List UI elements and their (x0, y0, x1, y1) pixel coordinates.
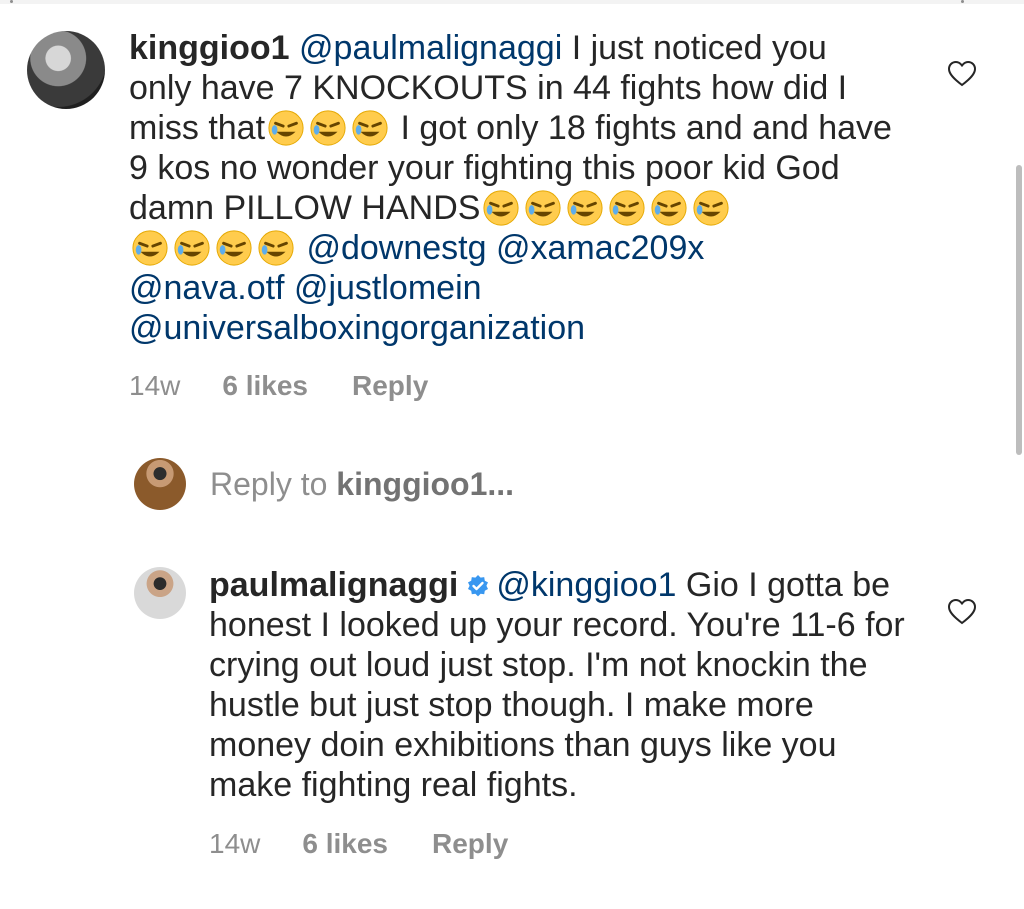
comment-time: 14w (209, 828, 261, 859)
heart-icon[interactable] (947, 60, 977, 88)
comment-username[interactable]: paulmalignaggi (209, 566, 458, 604)
rofl-emoji-icon (525, 190, 562, 226)
mention-link[interactable]: @universalboxingorganization (129, 309, 585, 347)
rofl-emoji-icon (174, 230, 210, 266)
comment-meta: 14w 6 likes Reply (129, 370, 428, 402)
rofl-emoji-icon (352, 110, 388, 146)
top-divider (0, 0, 1024, 4)
scrollbar[interactable] (1016, 165, 1022, 455)
rofl-emoji-icon (483, 190, 520, 226)
reply-button[interactable]: Reply (432, 828, 508, 860)
rofl-emoji-icon (609, 190, 646, 226)
mention-link[interactable]: @downestg (306, 229, 486, 267)
mention-link[interactable]: @xamac209x (496, 229, 704, 267)
heart-icon[interactable] (947, 598, 977, 626)
reply-button[interactable]: Reply (352, 370, 428, 402)
reply-target-name: kinggioo1... (336, 466, 515, 502)
mention-link[interactable]: @nava.otf (129, 269, 285, 307)
rofl-emoji-icon (216, 230, 252, 266)
rofl-emoji-icon (258, 230, 294, 266)
rofl-emoji-icon (268, 110, 304, 146)
paulmalignaggi-avatar[interactable] (134, 567, 186, 619)
comment-kinggioo1: kinggioo1 @paulmalignaggi I just noticed… (129, 28, 894, 348)
comment-paulmalignaggi: paulmalignaggi @kinggioo1 Gio I gotta be … (209, 565, 909, 805)
user-avatar (134, 458, 186, 510)
comment-time: 14w (129, 370, 181, 401)
likes-button[interactable]: 6 likes (222, 370, 308, 402)
reply-input[interactable]: Reply to kinggioo1... (210, 466, 514, 503)
mention-link[interactable]: @justlomein (294, 269, 482, 307)
rofl-emoji-icon (567, 190, 604, 226)
rofl-emoji-icon (693, 190, 730, 226)
kinggioo1-avatar[interactable] (27, 31, 105, 109)
rofl-emoji-icon (132, 230, 168, 266)
mention-link[interactable]: @kinggioo1 (496, 566, 676, 604)
likes-button[interactable]: 6 likes (302, 828, 388, 860)
rofl-emoji-icon (651, 190, 688, 226)
reply-placeholder: Reply to (210, 466, 337, 502)
comment-meta: 14w 6 likes Reply (209, 828, 508, 860)
comment-username[interactable]: kinggioo1 (129, 29, 290, 67)
verified-badge-icon (468, 575, 489, 597)
mention-link[interactable]: @paulmalignaggi (299, 29, 562, 67)
rofl-emoji-icon (310, 110, 346, 146)
